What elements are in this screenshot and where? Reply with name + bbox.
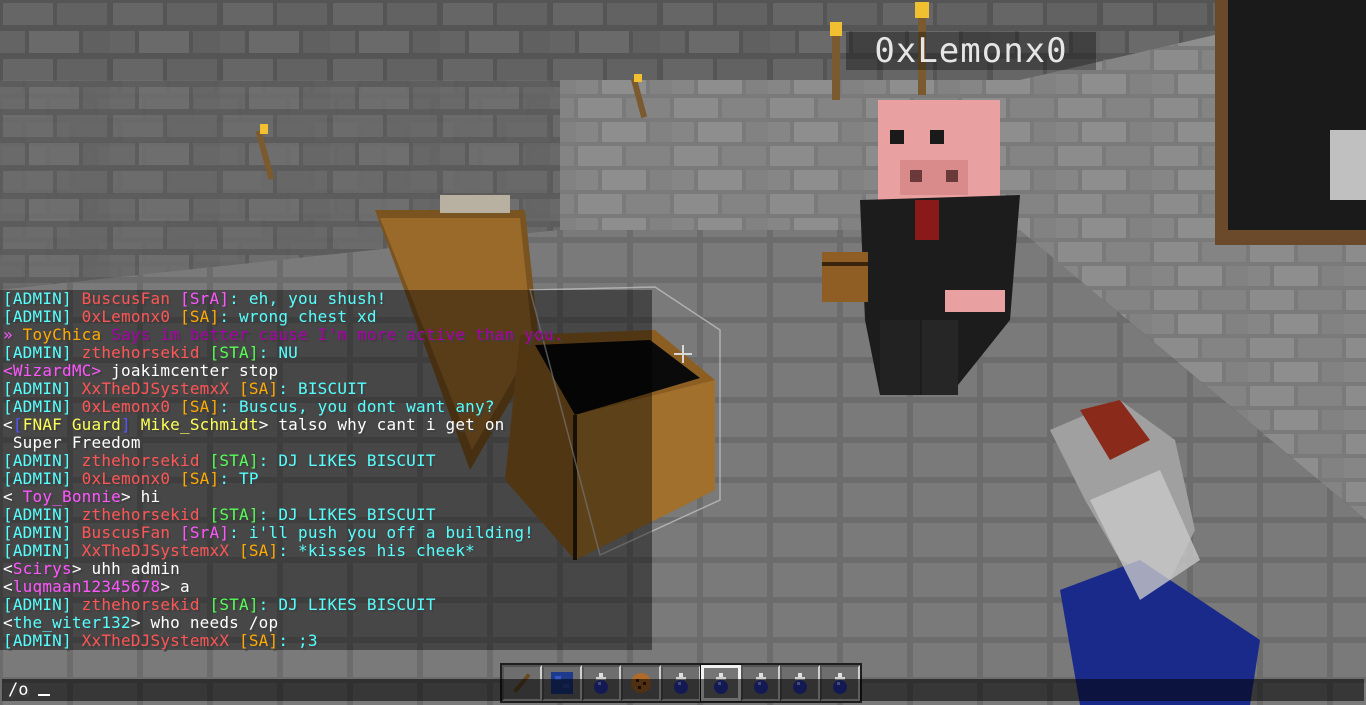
chat-segment: Mike_Schmidt — [140, 415, 259, 434]
player-nametag: 0xLemonx0 — [846, 32, 1096, 70]
chat-segment: < — [3, 577, 13, 596]
chat-segment: : wrong chest xd — [219, 307, 377, 326]
chat-segment: < — [3, 613, 13, 632]
chat-segment: > hi — [121, 487, 161, 506]
chat-message: [ADMIN] XxTheDJSystemxX [SA]: BISCUIT — [3, 380, 367, 398]
chat-segment: [SA] — [180, 397, 220, 416]
chat-segment: luqmaan12345678 — [12, 577, 161, 596]
chat-segment: < — [3, 559, 13, 578]
chat-segment: : BISCUIT — [278, 379, 367, 398]
chat-segment: [ADMIN] — [3, 379, 82, 398]
chat-segment: Says im better cause I'm more active tha… — [111, 325, 564, 344]
chat-segment: ] — [121, 415, 141, 434]
chat-segment: [ADMIN] — [3, 307, 82, 326]
chat-segment: [SrA] — [180, 289, 230, 308]
chat-segment: [ADMIN] — [3, 505, 82, 524]
chat-message: <Scirys> uhh admin — [3, 560, 180, 578]
chat-segment: : ;3 — [278, 631, 318, 650]
chat-segment: zthehorsekid — [81, 451, 210, 470]
chat-message: » ToyChica Says im better cause I'm more… — [3, 326, 563, 344]
crosshair — [674, 345, 692, 363]
chat-message: [ADMIN] zthehorsekid [STA]: DJ LIKES BIS… — [3, 452, 436, 470]
chat-segment: : DJ LIKES BISCUIT — [258, 505, 436, 524]
chat-segment: [STA] — [209, 595, 259, 614]
chat-segment: [STA] — [209, 343, 259, 362]
chat-segment: [SA] — [239, 379, 279, 398]
chat-message: [ADMIN] BuscusFan [SrA]: i'll push you o… — [3, 524, 534, 542]
chat-message: [ADMIN] 0xLemonx0 [SA]: Buscus, you dont… — [3, 398, 495, 416]
chat-segment: Super Freedom — [3, 433, 141, 452]
chat-segment: < — [3, 487, 23, 506]
chat-message: [ADMIN] BuscusFan [SrA]: eh, you shush! — [3, 290, 387, 308]
chat-segment: : *kisses his cheek* — [278, 541, 475, 560]
chat-segment: : eh, you shush! — [229, 289, 387, 308]
chat-segment: zthehorsekid — [81, 595, 210, 614]
chat-segment: [ADMIN] — [3, 289, 82, 308]
chat-message: [ADMIN] zthehorsekid [STA]: DJ LIKES BIS… — [3, 506, 436, 524]
chat-message: [ADMIN] zthehorsekid [STA]: NU — [3, 344, 298, 362]
chat-segment: [STA] — [209, 505, 259, 524]
chat-segment: < — [3, 415, 13, 434]
chat-message: <[FNAF Guard] Mike_Schmidt> talso why ca… — [3, 416, 505, 434]
chat-message: [ADMIN] 0xLemonx0 [SA]: wrong chest xd — [3, 308, 377, 326]
chat-segment: Toy_Bonnie — [22, 487, 121, 506]
chat-segment: zthehorsekid — [81, 343, 210, 362]
chat-segment: : TP — [219, 469, 259, 488]
chat-segment: BuscusFan — [81, 289, 180, 308]
chat-message: [ADMIN] XxTheDJSystemxX [SA]: *kisses hi… — [3, 542, 475, 560]
chat-segment: > a — [160, 577, 190, 596]
chat-segment: the_witer132 — [12, 613, 131, 632]
chat-input-bar[interactable]: /o — [2, 679, 1364, 701]
chat-segment: XxTheDJSystemxX — [81, 379, 239, 398]
chat-segment: [ADMIN] — [3, 631, 82, 650]
chat-segment: ToyChica — [22, 325, 112, 344]
chat-segment: [SA] — [180, 307, 220, 326]
chat-segment: zthehorsekid — [81, 505, 210, 524]
chat-message: <the_witer132> who needs /op — [3, 614, 278, 632]
chat-segment: FNAF Guard — [22, 415, 122, 434]
chat-segment: > talso why cant i get on — [258, 415, 505, 434]
chat-message: < Toy_Bonnie> hi — [3, 488, 160, 506]
chat-input[interactable]: /o — [8, 680, 28, 700]
chat-segment: BuscusFan — [81, 523, 180, 542]
chat-segment: XxTheDJSystemxX — [81, 541, 239, 560]
chat-segment: 0xLemonx0 — [81, 469, 180, 488]
chat-segment: XxTheDJSystemxX — [81, 631, 239, 650]
chat-segment: : DJ LIKES BISCUIT — [258, 595, 436, 614]
chat-segment: [ADMIN] — [3, 451, 82, 470]
chat-segment: » — [3, 325, 23, 344]
chat-message: <WizardMC> joakimcenter stop — [3, 362, 278, 380]
chat-segment: [ADMIN] — [3, 523, 82, 542]
chat-message: [ADMIN] XxTheDJSystemxX [SA]: ;3 — [3, 632, 318, 650]
chat-segment: : Buscus, you dont want any? — [219, 397, 495, 416]
chat-segment: [SA] — [239, 631, 279, 650]
chat-message: <luqmaan12345678> a — [3, 578, 190, 596]
chat-segment: Scirys — [12, 559, 72, 578]
chat-message: [ADMIN] zthehorsekid [STA]: DJ LIKES BIS… — [3, 596, 436, 614]
chat-segment: [ADMIN] — [3, 343, 82, 362]
chat-segment: [ADMIN] — [3, 469, 82, 488]
chat-segment: > who needs /op — [130, 613, 279, 632]
chat-segment: [STA] — [209, 451, 259, 470]
nametag-text: 0xLemonx0 — [874, 31, 1068, 71]
chat-segment: joakimcenter stop — [111, 361, 279, 380]
chat-segment: [ADMIN] — [3, 541, 82, 560]
text-cursor — [38, 694, 50, 696]
chat-segment: [SA] — [239, 541, 279, 560]
chat-segment: [ — [12, 415, 23, 434]
chat-segment: [SA] — [180, 469, 220, 488]
chat-segment: [ADMIN] — [3, 595, 82, 614]
chat-segment: : i'll push you off a building! — [229, 523, 534, 542]
chat-segment: [ADMIN] — [3, 397, 82, 416]
chat-segment: <WizardMC> — [3, 361, 112, 380]
chat-segment: [SrA] — [180, 523, 230, 542]
chat-message: [ADMIN] 0xLemonx0 [SA]: TP — [3, 470, 259, 488]
chat-message: Super Freedom — [3, 434, 141, 452]
chat-segment: 0xLemonx0 — [81, 307, 180, 326]
chat-segment: : NU — [258, 343, 299, 362]
chat-segment: > uhh admin — [71, 559, 181, 578]
chat-segment: : DJ LIKES BISCUIT — [258, 451, 436, 470]
chat-segment: 0xLemonx0 — [81, 397, 180, 416]
